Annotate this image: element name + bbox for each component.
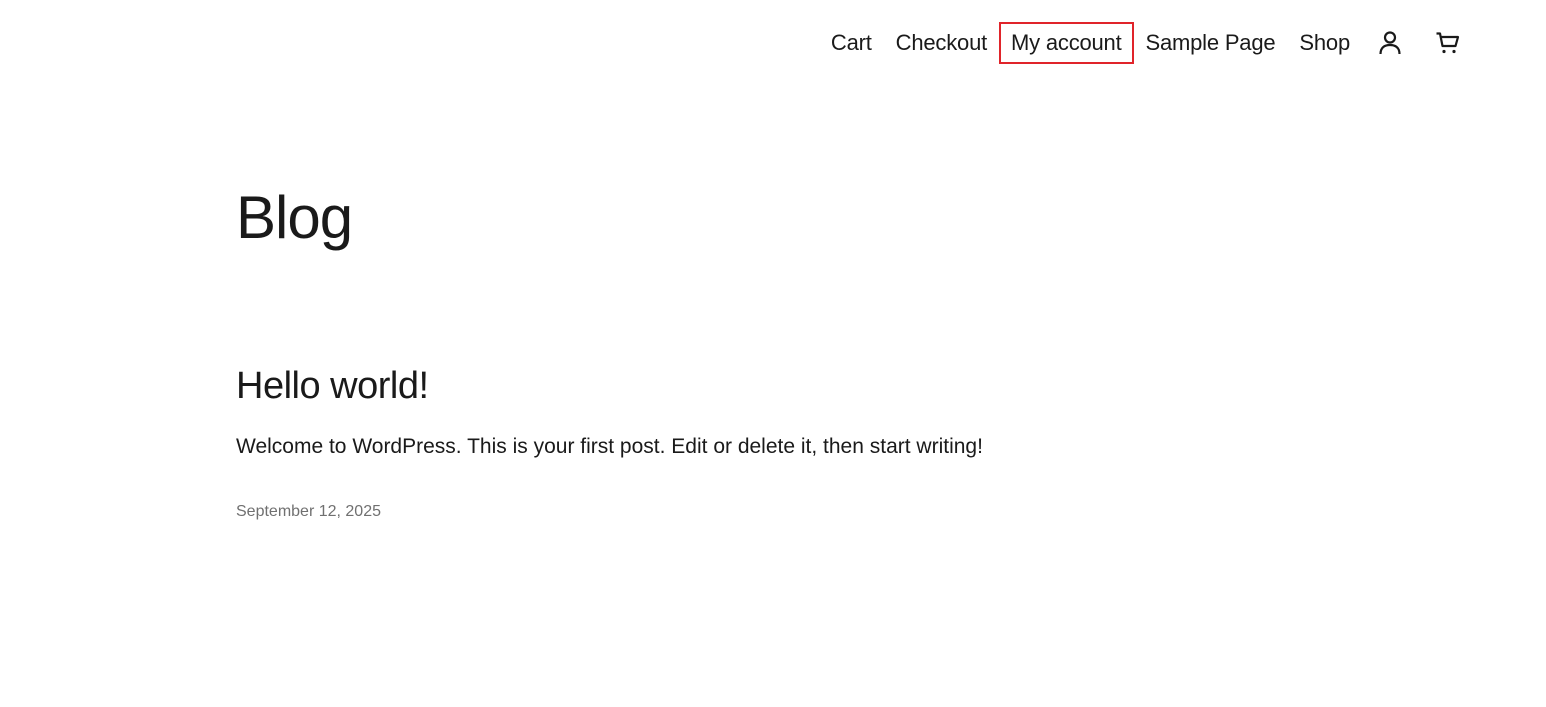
header-navigation: Cart Checkout My account Sample Page Sho… xyxy=(819,22,1462,64)
nav-link-sample-page[interactable]: Sample Page xyxy=(1134,22,1288,64)
cart-icon[interactable] xyxy=(1434,29,1462,57)
user-icon[interactable] xyxy=(1376,29,1404,57)
post-date[interactable]: September 12, 2025 xyxy=(236,500,381,524)
nav-link-my-account[interactable]: My account xyxy=(999,22,1134,64)
post-excerpt: Welcome to WordPress. This is your first… xyxy=(236,435,983,458)
nav-link-shop[interactable]: Shop xyxy=(1287,22,1362,64)
nav-link-cart[interactable]: Cart xyxy=(819,22,884,64)
post-title-link[interactable]: Hello world! xyxy=(236,358,429,414)
page-title: Blog xyxy=(236,184,353,251)
page: Cart Checkout My account Sample Page Sho… xyxy=(0,0,1546,707)
nav-link-checkout[interactable]: Checkout xyxy=(884,22,999,64)
